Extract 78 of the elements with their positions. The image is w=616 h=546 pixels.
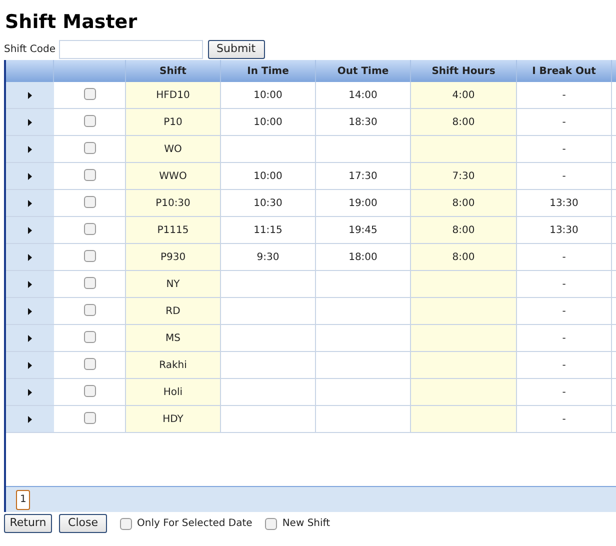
option-label: Only For Selected Date — [137, 517, 252, 531]
table-cell: 8:00 — [411, 217, 517, 243]
checkbox[interactable] — [84, 115, 96, 127]
return-button[interactable]: Return — [4, 514, 52, 533]
table-cell: 10:00 — [221, 82, 316, 108]
table-cell: - — [517, 325, 612, 351]
table-cell: 9:30 — [221, 244, 316, 270]
column-header[interactable]: I Break Out — [517, 60, 612, 82]
expand-icon[interactable] — [28, 226, 32, 234]
checkbox[interactable] — [84, 277, 96, 289]
checkbox[interactable] — [84, 169, 96, 181]
expand-icon[interactable] — [28, 280, 32, 288]
expand-icon[interactable] — [28, 334, 32, 342]
expand-icon[interactable] — [28, 200, 32, 206]
column-header[interactable]: In Time — [221, 60, 316, 82]
checkbox[interactable] — [120, 518, 132, 530]
table-cell: 13:30 — [517, 190, 612, 216]
expand-icon[interactable] — [28, 416, 32, 422]
table-cell: 10:00 — [221, 163, 316, 189]
checkbox[interactable] — [84, 385, 96, 397]
checkbox[interactable] — [84, 412, 96, 424]
table-cell: RD — [126, 298, 221, 324]
table-cell: 8:00 — [411, 109, 517, 135]
option-label: New Shift — [282, 517, 330, 531]
checkbox[interactable] — [84, 223, 96, 235]
table-cell: 4:00 — [411, 82, 517, 108]
table-cell: - — [517, 136, 612, 162]
expand-icon[interactable] — [28, 118, 32, 126]
table-cell: NY — [126, 271, 221, 297]
expand-icon[interactable] — [28, 388, 32, 396]
table-cell: WO — [126, 136, 221, 162]
table-cell: MS — [126, 325, 221, 351]
table-cell: WWO — [126, 163, 221, 189]
expand-icon[interactable] — [28, 254, 32, 260]
table-cell: - — [517, 163, 612, 189]
table-cell: Rakhi — [126, 352, 221, 378]
shift-code-field[interactable] — [58, 40, 203, 58]
table-cell: P1115 — [126, 217, 221, 243]
checkbox[interactable] — [84, 304, 96, 316]
expand-icon[interactable] — [28, 362, 32, 368]
table-cell: - — [517, 244, 612, 270]
table-cell: - — [517, 271, 612, 297]
checkbox[interactable] — [84, 142, 96, 154]
table-cell: HDY — [126, 406, 221, 432]
checkbox[interactable] — [84, 196, 96, 208]
checkbox[interactable] — [84, 250, 96, 262]
table-cell: P10:30 — [126, 190, 221, 216]
submit-button[interactable]: Submit — [208, 40, 265, 58]
table-cell: - — [517, 379, 612, 405]
expand-icon[interactable] — [28, 308, 32, 314]
checkbox[interactable] — [84, 331, 96, 343]
table-cell: 11:15 — [221, 217, 316, 243]
table-cell: 13:30 — [517, 217, 612, 243]
table-cell: HFD10 — [126, 82, 221, 108]
field-label: Shift Code — [4, 42, 56, 56]
table-cell: Holi — [126, 379, 221, 405]
checkbox[interactable] — [84, 358, 96, 370]
expand-icon[interactable] — [28, 146, 32, 152]
checkbox[interactable] — [84, 88, 96, 100]
table-cell: - — [517, 298, 612, 324]
table-cell: - — [517, 109, 612, 135]
table-cell: - — [517, 352, 612, 378]
table-cell: P930 — [126, 244, 221, 270]
table-cell: 10:30 — [221, 190, 316, 216]
column-header[interactable]: Out Time — [316, 60, 411, 82]
table-cell: 8:00 — [411, 190, 517, 216]
page-button[interactable]: 1 — [16, 490, 30, 510]
expand-icon[interactable] — [28, 172, 32, 180]
table-cell: 7:30 — [411, 163, 517, 189]
close-button[interactable]: Close — [59, 514, 107, 533]
table-cell: - — [517, 82, 612, 108]
checkbox[interactable] — [265, 518, 278, 530]
page-title: Shift Master — [4, 10, 138, 35]
table-cell: 10:00 — [221, 109, 316, 135]
table-cell: P10 — [126, 109, 221, 135]
expand-icon[interactable] — [28, 92, 32, 98]
table-cell: - — [517, 406, 612, 432]
table-cell: 8:00 — [411, 244, 517, 270]
